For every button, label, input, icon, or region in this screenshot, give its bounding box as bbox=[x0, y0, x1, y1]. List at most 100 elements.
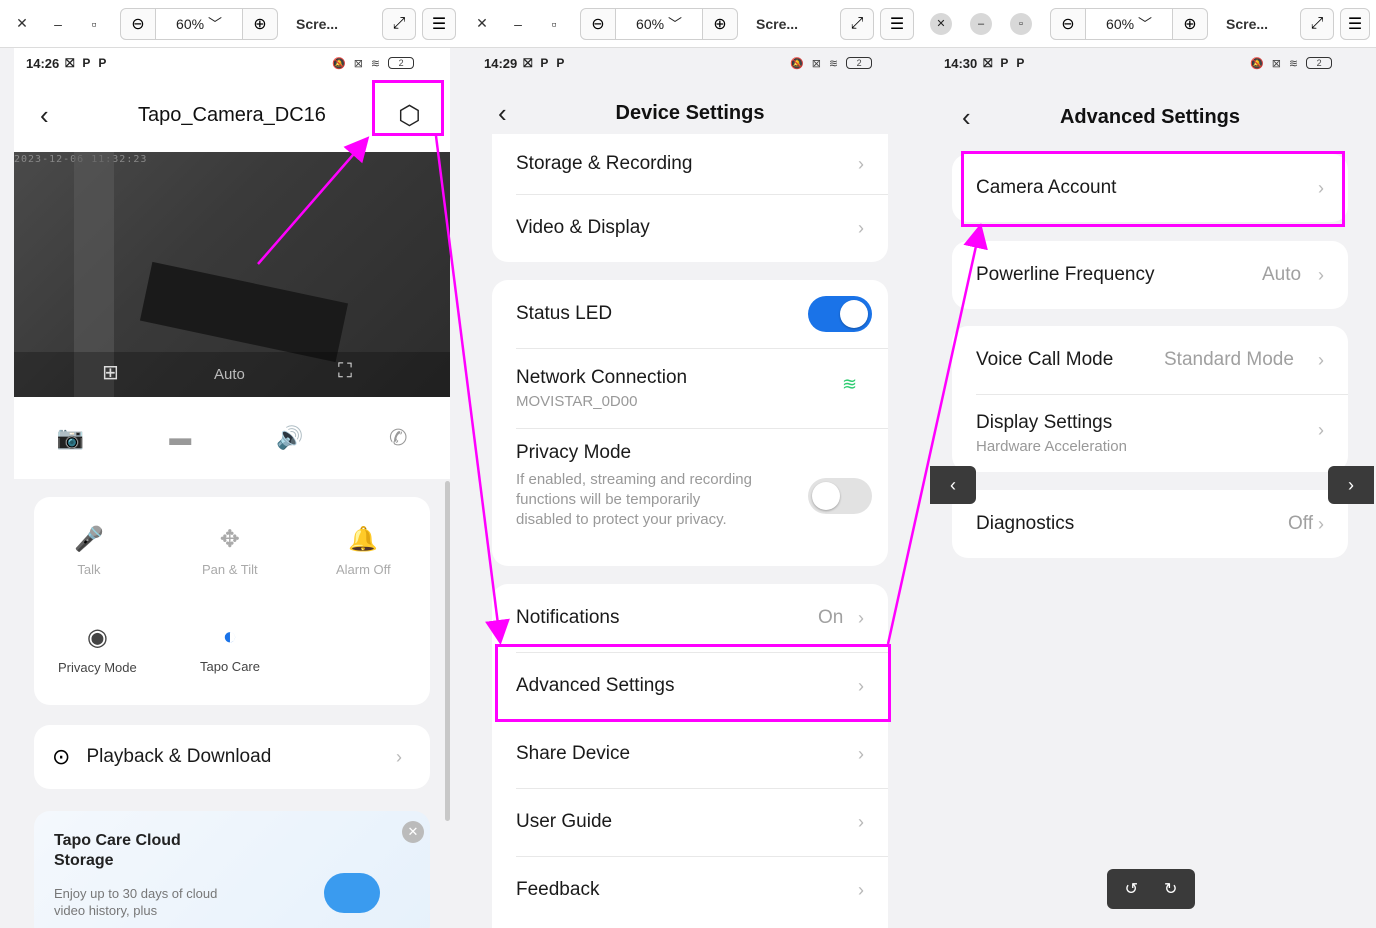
viewer-window-2: ✕ – ▫ ⊖ 60% ﹀ ⊕ Scre... ⤢ ☰ 14:29 ⛝ P P … bbox=[458, 0, 920, 928]
maximize-icon[interactable]: ▫ bbox=[80, 10, 108, 38]
pan-tilt-icon: ✥ bbox=[219, 526, 240, 553]
app-notification-icon: ⛝ bbox=[983, 55, 993, 70]
row-network-connection[interactable]: Network Connection MOVISTAR_0D00 ≋ bbox=[492, 348, 888, 428]
zoom-value-select[interactable]: 60% ﹀ bbox=[155, 8, 243, 39]
chevron-right-icon: › bbox=[858, 743, 864, 764]
zoom-value: 60% bbox=[636, 15, 665, 32]
quick-pan-tilt[interactable]: ✥ Pan & Tilt bbox=[202, 525, 258, 577]
privacy-mode-toggle[interactable] bbox=[808, 478, 872, 514]
playback-row: ⊙ Playback & Download › bbox=[34, 725, 430, 789]
previous-image-icon[interactable]: ‹ bbox=[930, 466, 976, 504]
divider bbox=[516, 428, 888, 429]
microphone-icon: 🎤 bbox=[74, 526, 104, 553]
cloud-icon bbox=[324, 873, 380, 913]
zoom-value-select[interactable]: 60% ﹀ bbox=[615, 8, 703, 39]
battery-icon: 2 bbox=[846, 57, 873, 69]
row-powerline-frequency[interactable]: Powerline Frequency Auto › bbox=[952, 241, 1348, 309]
highlight-advanced-settings bbox=[495, 644, 891, 722]
zoom-in-icon[interactable]: ⊕ bbox=[703, 9, 737, 39]
minimize-icon[interactable]: – bbox=[970, 12, 992, 35]
row-notifications[interactable]: Notifications On › bbox=[492, 584, 888, 652]
row-feedback[interactable]: Feedback › bbox=[492, 856, 888, 924]
status-icons: 🔕 ⊠ ≋ 2 bbox=[790, 57, 873, 70]
quick-label: Alarm Off bbox=[336, 562, 391, 577]
zoom-out-icon[interactable]: ⊖ bbox=[121, 9, 155, 39]
close-icon[interactable]: ✕ bbox=[402, 821, 424, 843]
wifi-icon: ≋ bbox=[370, 57, 381, 70]
zoom-out-icon[interactable]: ⊖ bbox=[581, 9, 615, 39]
row-label: Storage & Recording bbox=[516, 153, 693, 174]
maximize-icon[interactable]: ▫ bbox=[1010, 12, 1032, 35]
object-in-frame bbox=[139, 261, 349, 363]
zoom-out-icon[interactable]: ⊖ bbox=[1051, 9, 1085, 39]
fullscreen-video-icon[interactable]: ⛶ bbox=[338, 360, 352, 383]
quick-talk[interactable]: 🎤 Talk bbox=[74, 525, 104, 577]
menu-icon[interactable]: ☰ bbox=[422, 7, 456, 40]
p-icon: P bbox=[98, 56, 107, 70]
back-icon[interactable]: ‹ bbox=[498, 98, 507, 129]
window-title: Scre... bbox=[756, 15, 799, 32]
minimize-icon[interactable]: – bbox=[504, 10, 532, 38]
row-storage-recording[interactable]: Storage & Recording › bbox=[492, 134, 888, 194]
status-led-toggle[interactable] bbox=[808, 296, 872, 332]
rotate-right-icon[interactable]: ↻ bbox=[1164, 879, 1177, 899]
zoom-in-icon[interactable]: ⊕ bbox=[1173, 9, 1207, 39]
fullscreen-icon[interactable]: ⤢ bbox=[1300, 7, 1334, 40]
quick-privacy[interactable]: ◉ Privacy Mode bbox=[58, 623, 137, 675]
row-share-device[interactable]: Share Device › bbox=[492, 720, 888, 788]
row-voice-call-mode[interactable]: Voice Call Mode Standard Mode › bbox=[952, 326, 1348, 394]
wifi-icon: ≋ bbox=[1288, 57, 1299, 70]
settings-group-call-display: Voice Call Mode Standard Mode › Display … bbox=[952, 326, 1348, 472]
fullscreen-icon[interactable]: ⤢ bbox=[382, 7, 416, 40]
settings-group-3: Notifications On › Advanced Settings › S… bbox=[492, 584, 888, 928]
back-icon[interactable]: ‹ bbox=[962, 102, 971, 133]
close-icon[interactable]: ✕ bbox=[8, 10, 36, 38]
video-quality[interactable]: Auto bbox=[214, 366, 245, 383]
back-icon[interactable]: ‹ bbox=[40, 100, 49, 131]
next-image-icon[interactable]: › bbox=[1328, 466, 1374, 504]
row-label: Network Connection bbox=[516, 366, 688, 388]
speaker-icon[interactable]: 🔊 bbox=[276, 425, 303, 451]
alarm-icon: 🔔 bbox=[348, 526, 379, 553]
viewer-titlebar: ✕ – ▫ ⊖ 60% ﹀ ⊕ Scre... ⤢ ☰ bbox=[0, 0, 458, 48]
live-video-feed[interactable]: 2023-12-06 11:32:23 ⊞ Auto ⛶ bbox=[14, 152, 450, 397]
multi-view-icon[interactable]: ⊞ bbox=[102, 360, 119, 385]
close-icon[interactable]: ✕ bbox=[468, 10, 496, 38]
p-icon: P bbox=[1000, 56, 1009, 70]
row-label: Feedback bbox=[516, 879, 600, 900]
zoom-value-select[interactable]: 60% ﹀ bbox=[1085, 8, 1173, 39]
scrollbar[interactable] bbox=[445, 481, 450, 821]
highlight-settings-gear bbox=[372, 80, 444, 136]
quick-label: Tapo Care bbox=[200, 659, 260, 674]
maximize-icon[interactable]: ▫ bbox=[540, 10, 568, 38]
quick-tapo-care[interactable]: ◐ Tapo Care bbox=[200, 623, 260, 674]
status-time: 14:29 bbox=[484, 55, 518, 71]
close-icon[interactable]: ✕ bbox=[930, 12, 952, 35]
promo-text: Enjoy up to 30 days of cloud video histo… bbox=[54, 886, 218, 918]
viewer-window-3: ✕ – ▫ ⊖ 60% ﹀ ⊕ Scre... ⤢ ☰ 14:30 ⛝ P P … bbox=[920, 0, 1376, 928]
camera-snapshot-icon[interactable]: 📷 bbox=[57, 425, 84, 451]
phone-call-icon[interactable]: ✆ bbox=[389, 425, 407, 451]
record-icon[interactable]: ▬ bbox=[169, 425, 191, 451]
playback-card[interactable]: ⊙ Playback & Download › bbox=[34, 725, 430, 789]
mute-icon: 🔕 bbox=[1250, 57, 1264, 70]
menu-icon[interactable]: ☰ bbox=[880, 7, 914, 40]
row-display-settings[interactable]: Display Settings Hardware Acceleration › bbox=[952, 394, 1348, 472]
minimize-icon[interactable]: – bbox=[44, 10, 72, 38]
row-user-guide[interactable]: User Guide › bbox=[492, 788, 888, 856]
privacy-icon: ◉ bbox=[86, 624, 108, 651]
tapo-care-icon: ◐ bbox=[222, 623, 238, 650]
quick-alarm[interactable]: 🔔 Alarm Off bbox=[336, 525, 391, 577]
toggle-knob bbox=[840, 300, 868, 328]
window-title: Scre... bbox=[296, 15, 339, 32]
quick-actions-card: 🎤 Talk ✥ Pan & Tilt 🔔 Alarm Off ◉ Privac… bbox=[34, 497, 430, 705]
chevron-right-icon: › bbox=[858, 879, 864, 900]
fullscreen-icon[interactable]: ⤢ bbox=[840, 7, 874, 40]
rotate-left-icon[interactable]: ↺ bbox=[1125, 879, 1138, 899]
promo-card[interactable]: Tapo Care Cloud Storage Enjoy up to 30 d… bbox=[34, 811, 430, 928]
row-video-display[interactable]: Video & Display › bbox=[492, 194, 888, 262]
zoom-in-icon[interactable]: ⊕ bbox=[243, 9, 277, 39]
menu-icon[interactable]: ☰ bbox=[1340, 7, 1370, 40]
row-diagnostics[interactable]: Diagnostics Off › bbox=[952, 490, 1348, 558]
chevron-right-icon: › bbox=[1318, 349, 1324, 370]
